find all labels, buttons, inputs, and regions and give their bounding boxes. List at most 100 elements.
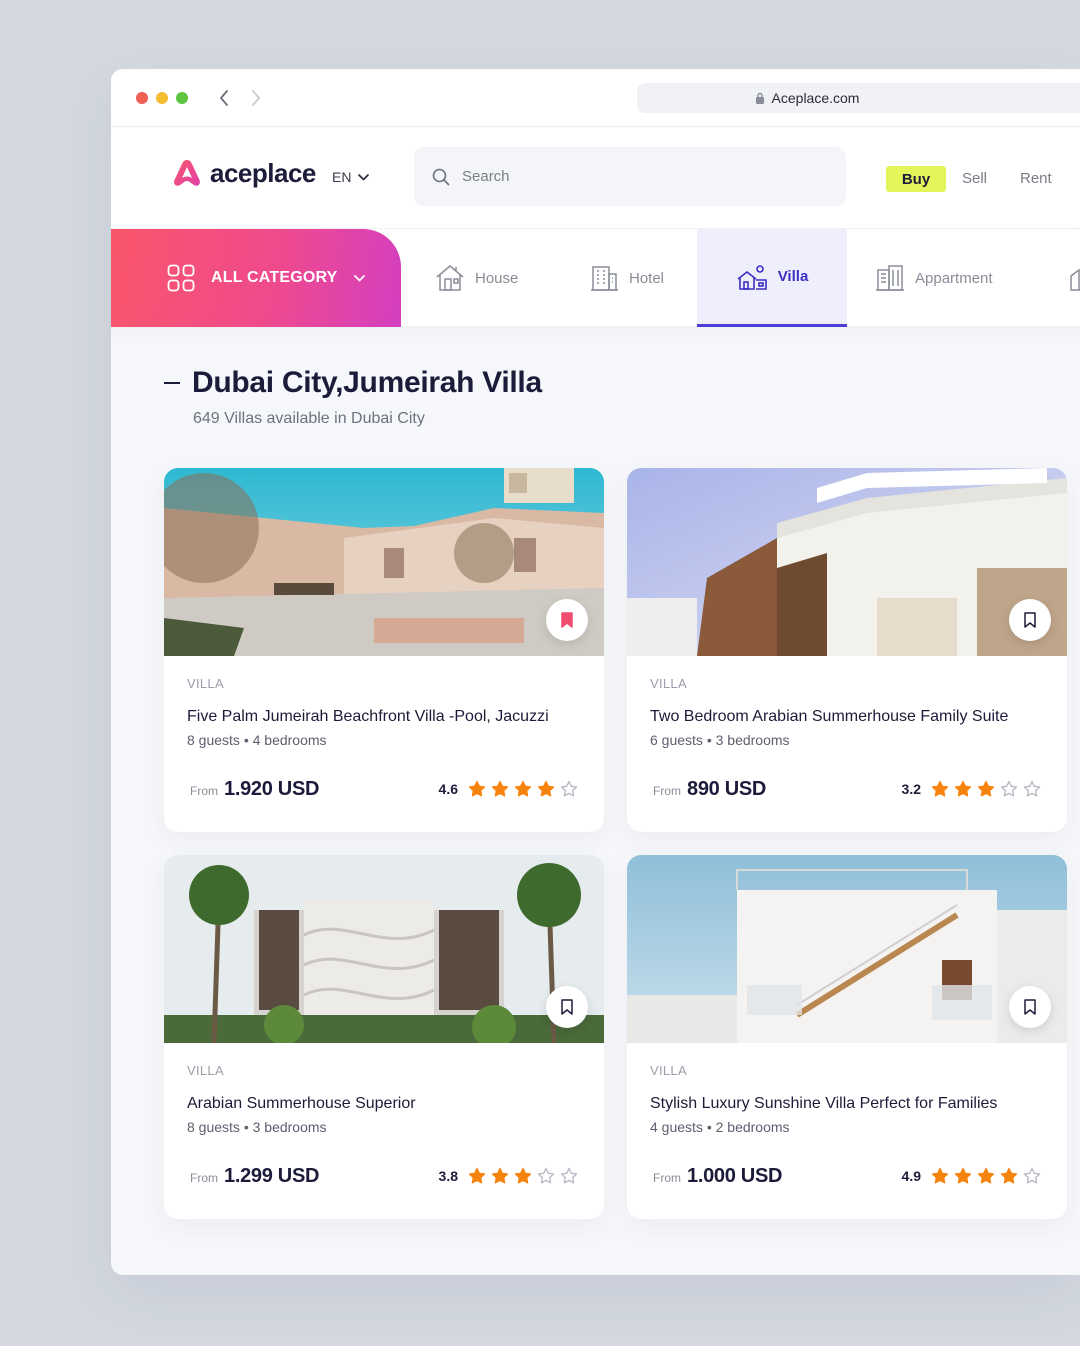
star-filled-icon [954,1167,972,1184]
star-filled-icon [491,780,509,797]
listing-photo [627,855,1067,1043]
bookmark-icon [1024,999,1036,1015]
listing-rating: 3.2 [902,780,1041,798]
listing-card[interactable]: VILLA Two Bedroom Arabian Summerhouse Fa… [627,468,1067,832]
listing-title[interactable]: Five Palm Jumeirah Beachfront Villa -Poo… [187,708,549,726]
bookmark-button[interactable] [1009,986,1051,1028]
sell-button[interactable]: Sell [962,165,987,191]
tab-villa[interactable]: Villa [697,229,847,327]
star-empty-icon [1000,780,1018,797]
browser-toolbar: Aceplace.com [111,69,1080,127]
star-filled-icon [468,1167,486,1184]
listing-price: From 890 USD [653,778,766,801]
tab-more[interactable] [1069,229,1080,327]
chevron-down-icon [358,173,370,180]
listing-card[interactable]: VILLA Stylish Luxury Sunshine Villa Perf… [627,855,1067,1219]
house-icon [436,265,464,291]
listing-price: From 1.920 USD [190,778,319,801]
bookmark-button[interactable] [546,986,588,1028]
listing-rating: 4.9 [902,1167,1041,1185]
star-filled-icon [931,780,949,797]
tab-apartment[interactable]: Appartment [875,229,993,327]
category-bar: ALL CATEGORY House Hotel Villa Appartmen… [111,228,1080,327]
rating-score: 4.9 [901,1168,921,1184]
page-title-text: Dubai City,Jumeirah Villa [192,366,542,399]
star-filled-icon [514,780,532,797]
tab-house-label: House [475,269,519,287]
star-filled-icon [537,780,555,797]
search-bar [414,147,846,206]
listing-title[interactable]: Arabian Summerhouse Superior [187,1095,416,1113]
building-icon [1070,268,1080,291]
rent-button[interactable]: Rent [1020,165,1052,191]
star-filled-icon [931,1167,949,1184]
price-amount: 1.000 USD [687,1165,783,1187]
results-count: 649 Villas available in Dubai City [193,410,425,427]
close-window-button[interactable] [136,92,148,104]
rating-score: 3.2 [901,781,921,797]
bookmark-filled-icon [561,612,573,628]
tab-house[interactable]: House [435,229,518,327]
all-category-button[interactable]: ALL CATEGORY [111,229,401,327]
star-filled-icon [977,780,995,797]
star-empty-icon [560,1167,578,1184]
language-label: EN [332,169,352,185]
tab-apartment-label: Appartment [915,269,993,287]
grid-icon [167,264,195,292]
listing-rating: 3.8 [439,1167,578,1185]
bookmark-button[interactable] [546,599,588,641]
logo[interactable]: aceplace [171,157,316,189]
listing-type: VILLA [650,676,687,691]
price-from-label: From [190,1171,218,1185]
tab-hotel-label: Hotel [629,269,665,287]
chevron-down-icon [353,274,365,281]
star-filled-icon [954,780,972,797]
rating-score: 4.6 [438,781,458,797]
listing-card[interactable]: VILLA Arabian Summerhouse Superior 8 gue… [164,855,604,1219]
tab-hotel[interactable]: Hotel [589,229,664,327]
star-rating [468,1167,578,1185]
listing-type: VILLA [187,676,224,691]
price-from-label: From [653,1171,681,1185]
listing-type: VILLA [650,1063,687,1078]
listing-rating: 4.6 [439,780,578,798]
star-rating [468,780,578,798]
title-dash [164,382,180,384]
price-from-label: From [190,784,218,798]
star-empty-icon [560,780,578,797]
bookmark-button[interactable] [1009,599,1051,641]
logo-text: aceplace [210,157,316,188]
listing-details: 8 guests • 4 bedrooms [187,732,327,748]
back-arrow-icon[interactable] [214,87,234,109]
maximize-window-button[interactable] [176,92,188,104]
star-rating [931,780,1041,798]
listing-price: From 1.000 USD [653,1165,782,1188]
search-input[interactable] [462,168,822,185]
listing-details: 6 guests • 3 bedrooms [650,732,790,748]
price-amount: 1.299 USD [224,1165,320,1187]
star-rating [931,1167,1041,1185]
page-title: Dubai City,Jumeirah Villa [164,366,542,400]
star-empty-icon [537,1167,555,1184]
all-category-label: ALL CATEGORY [211,269,338,286]
minimize-window-button[interactable] [156,92,168,104]
star-filled-icon [491,1167,509,1184]
language-selector[interactable]: EN [332,169,370,185]
listing-title[interactable]: Two Bedroom Arabian Summerhouse Family S… [650,708,1008,726]
star-empty-icon [1023,1167,1041,1184]
listing-card[interactable]: VILLA Five Palm Jumeirah Beachfront Vill… [164,468,604,832]
listing-type: VILLA [187,1063,224,1078]
star-filled-icon [514,1167,532,1184]
star-filled-icon [468,780,486,797]
star-empty-icon [1023,780,1041,797]
address-bar[interactable]: Aceplace.com [637,83,1080,113]
forward-arrow-icon[interactable] [246,87,266,109]
site-header: aceplace EN Buy Sell Rent [111,127,1080,228]
listing-title[interactable]: Stylish Luxury Sunshine Villa Perfect fo… [650,1095,997,1113]
listing-price: From 1.299 USD [190,1165,319,1188]
apartment-icon [876,265,904,291]
listing-photo [164,468,604,656]
listing-photo [164,855,604,1043]
star-filled-icon [977,1167,995,1184]
buy-button[interactable]: Buy [886,166,946,192]
